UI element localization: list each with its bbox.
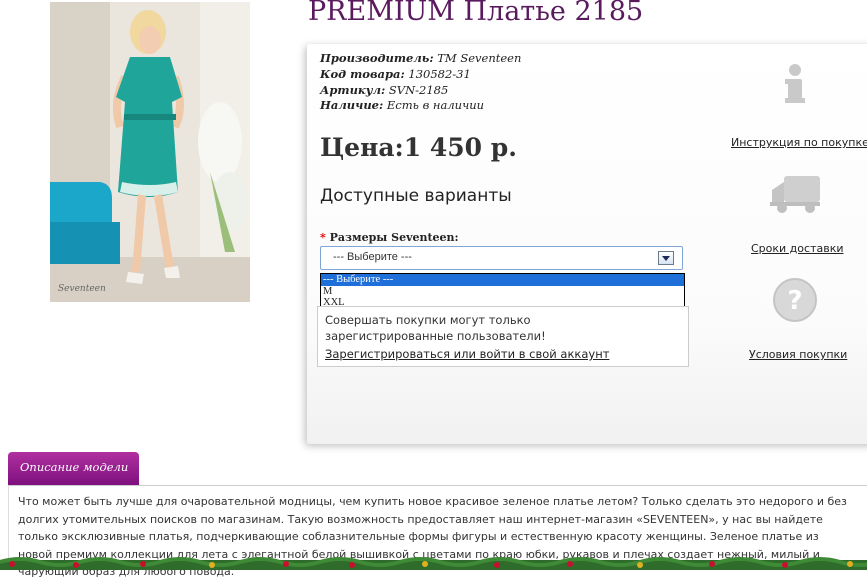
article-label: Артикул:	[320, 83, 386, 97]
variants-heading: Доступные варианты	[320, 186, 512, 206]
manufacturer-label: Производитель:	[320, 51, 434, 65]
size-dropdown-list[interactable]: --- Выберите --- M XXL	[320, 273, 685, 310]
article-row: Артикул: SVN-2185	[320, 83, 448, 97]
registration-notice: Совершать покупки могут только зарегистр…	[317, 306, 689, 367]
size-select-value: --- Выберите ---	[333, 251, 412, 263]
register-login-link[interactable]: Зарегистрироваться или войти в свой акка…	[325, 347, 609, 361]
truck-icon[interactable]	[770, 172, 822, 214]
svg-text:?: ?	[787, 286, 802, 316]
size-label: * Размеры Seventeen:	[320, 231, 459, 244]
registration-notice-text: Совершать покупки могут только зарегистр…	[325, 313, 546, 343]
stock-value: Есть в наличии	[386, 98, 485, 112]
size-option-placeholder[interactable]: --- Выберите ---	[321, 274, 684, 286]
question-icon[interactable]: ?	[772, 277, 818, 323]
size-select[interactable]: --- Выберите ---	[320, 246, 683, 270]
product-photo[interactable]: Seventeen	[50, 2, 250, 302]
product-price: Цена:1 450 р.	[320, 133, 517, 162]
dress-photo-illustration	[50, 2, 250, 302]
tab-description[interactable]: Описание модели	[8, 452, 139, 486]
photo-signature: Seventeen	[58, 284, 106, 294]
manufacturer-value: TM Seventeen	[437, 51, 522, 65]
delivery-terms-link[interactable]: Сроки доставки	[751, 242, 844, 255]
product-title: PREMIUM Платье 2185	[308, 0, 644, 27]
tab-description-label: Описание модели	[20, 460, 129, 474]
code-value: 130582-31	[408, 67, 471, 81]
required-mark: *	[320, 231, 326, 244]
manufacturer-row: Производитель: TM Seventeen	[320, 51, 521, 65]
chevron-down-icon[interactable]	[658, 251, 674, 265]
article-value: SVN-2185	[388, 83, 449, 97]
christmas-garland-decoration	[0, 557, 867, 570]
purchase-conditions-link[interactable]: Условия покупки	[749, 348, 847, 361]
stock-row: Наличие: Есть в наличии	[320, 98, 484, 112]
code-row: Код товара: 130582-31	[320, 67, 471, 81]
info-icon[interactable]	[782, 63, 808, 105]
stock-label: Наличие:	[320, 98, 384, 112]
code-label: Код товара:	[320, 67, 405, 81]
purchase-instructions-link[interactable]: Инструкция по покупке	[731, 136, 867, 149]
size-label-text: Размеры Seventeen:	[329, 231, 459, 244]
